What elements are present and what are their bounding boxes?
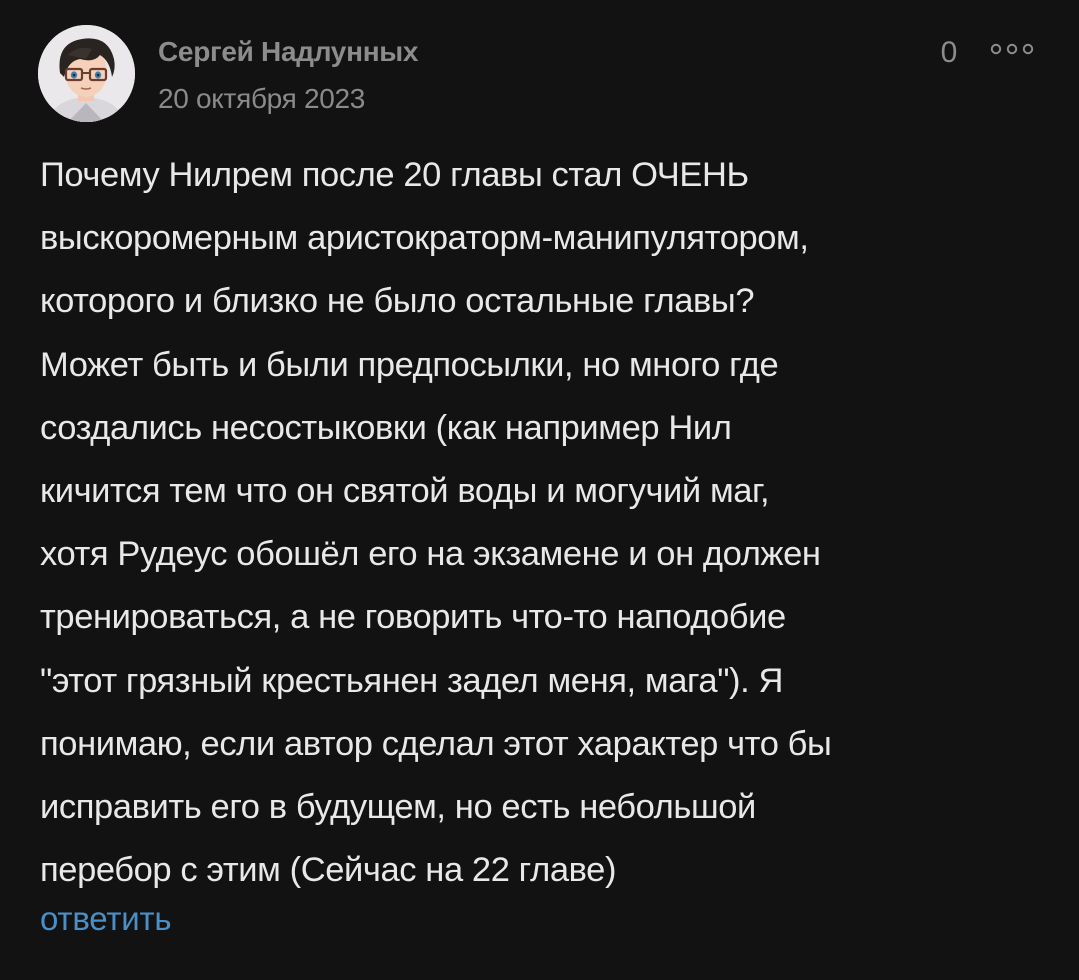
- avatar[interactable]: [38, 25, 135, 122]
- more-dots-icon[interactable]: [989, 42, 1035, 55]
- comment-rating: 0: [940, 36, 958, 69]
- comment-date: 20 октября 2023: [158, 83, 366, 114]
- author-name[interactable]: Сергей Надлунных: [158, 36, 419, 68]
- avatar-image: [38, 25, 135, 122]
- comment: Сергей Надлунных 20 октября 2023 0 Почем…: [0, 0, 1079, 980]
- comment-text: Почему Нилрем после 20 главы стал ОЧЕНЬ …: [40, 156, 832, 890]
- reply-link[interactable]: ответить: [40, 900, 172, 938]
